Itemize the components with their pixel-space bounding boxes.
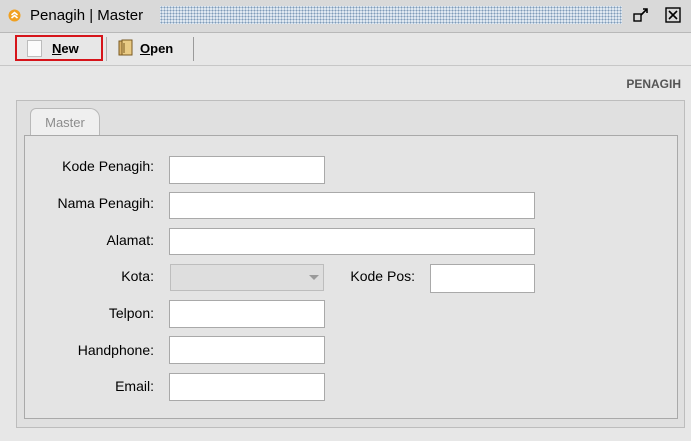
alamat-label: Alamat: (106, 232, 154, 248)
toolbar-separator (106, 37, 107, 61)
master-form: Kode Penagih: Nama Penagih: Alamat: Kota… (24, 135, 678, 419)
telpon-label: Telpon: (108, 305, 154, 321)
restore-icon[interactable] (632, 6, 650, 24)
title-drag-area[interactable] (160, 6, 622, 24)
close-icon[interactable] (664, 6, 682, 24)
alamat-input[interactable] (169, 228, 535, 255)
app-icon (8, 9, 21, 22)
open-button[interactable]: Open (112, 35, 192, 61)
section-title: PENAGIH (626, 77, 681, 91)
tab-master[interactable]: Master (30, 108, 100, 136)
nama-penagih-label: Nama Penagih: (57, 195, 154, 211)
email-label: Email: (115, 378, 154, 394)
kode-pos-input[interactable] (430, 264, 535, 293)
blank-document-icon (27, 39, 42, 57)
window-title: Penagih | Master (30, 7, 144, 24)
handphone-input[interactable] (169, 336, 325, 364)
title-bar: Penagih | Master (0, 0, 691, 33)
kode-pos-label: Kode Pos: (350, 268, 415, 284)
toolbar: New Open (0, 33, 691, 66)
new-button[interactable]: New (15, 35, 103, 61)
nama-penagih-input[interactable] (169, 192, 535, 219)
handphone-label: Handphone: (77, 342, 154, 358)
email-input[interactable] (169, 373, 325, 401)
kota-label: Kota: (121, 268, 154, 284)
new-button-label: New (52, 40, 79, 56)
open-folder-icon (118, 39, 133, 56)
telpon-input[interactable] (169, 300, 325, 328)
kode-penagih-label: Kode Penagih: (62, 158, 154, 174)
toolbar-separator (193, 37, 194, 61)
kode-penagih-input[interactable] (169, 156, 325, 184)
open-button-label: Open (140, 40, 174, 56)
